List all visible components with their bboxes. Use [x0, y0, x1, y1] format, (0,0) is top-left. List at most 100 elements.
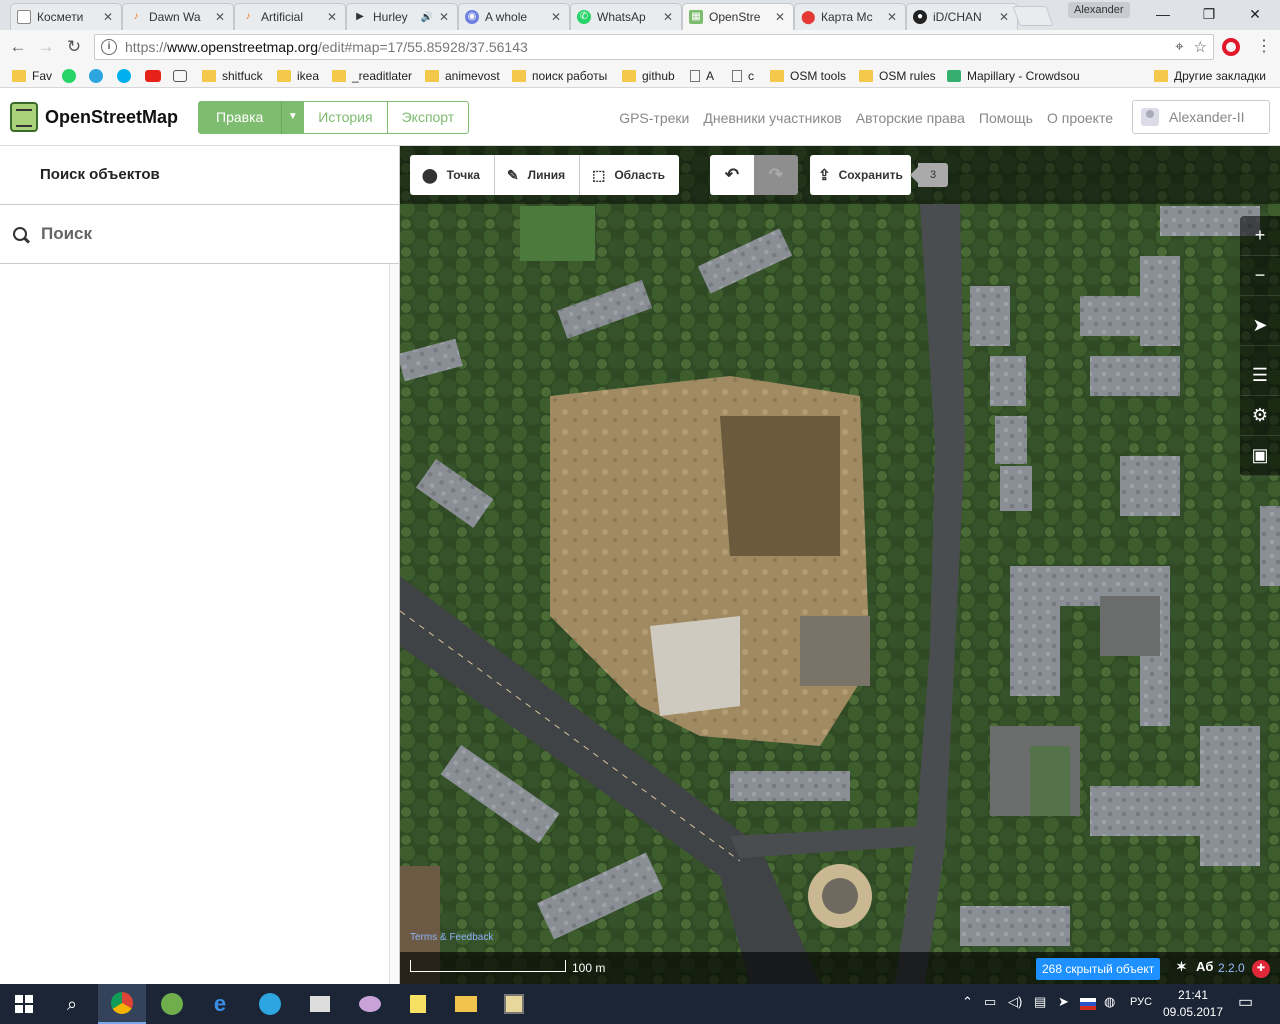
- bookmark-fav[interactable]: Fav: [12, 67, 52, 85]
- search-icon[interactable]: ⌕: [48, 984, 96, 1024]
- new-tab-button[interactable]: [1012, 6, 1054, 26]
- clock[interactable]: 21:41 09.05.2017: [1160, 987, 1226, 1021]
- windows-start-icon[interactable]: [0, 984, 48, 1024]
- browser-tab[interactable]: ♪ Artificial ✕: [234, 3, 346, 30]
- user-menu[interactable]: Alexander-II: [1132, 100, 1270, 134]
- bookmark-folder[interactable]: OSM tools: [770, 67, 846, 85]
- browser-tab-active[interactable]: ▦ OpenStre ✕: [682, 3, 794, 30]
- bookmark-skype[interactable]: [117, 67, 137, 85]
- bookmark-folder[interactable]: OSM rules: [859, 67, 936, 85]
- issues-icon[interactable]: ▣: [1240, 436, 1280, 476]
- add-line-button[interactable]: ✎ Линия: [495, 155, 581, 195]
- search-input[interactable]: [41, 224, 381, 244]
- speaker-icon[interactable]: 🔊: [421, 12, 433, 23]
- browser-tab[interactable]: ⬤ Карта Мс ✕: [794, 3, 906, 30]
- map-canvas[interactable]: ⬤ Точка ✎ Линия ⬚ Область ↶ ↷ ⇪ Сохранить 3…: [400, 146, 1280, 984]
- location-icon[interactable]: ⌖: [1175, 38, 1183, 56]
- hidden-features-badge[interactable]: 268 скрытый объект: [1036, 958, 1161, 980]
- address-bar[interactable]: i https://www.openstreetmap.org/edit#map…: [94, 34, 1214, 60]
- chrome-icon[interactable]: [98, 984, 146, 1024]
- export-button[interactable]: Экспорт: [387, 101, 470, 134]
- back-icon[interactable]: ←: [8, 37, 28, 57]
- bookmark-folder[interactable]: ikea: [277, 67, 319, 85]
- redo-button[interactable]: ↷: [754, 155, 798, 195]
- bookmark-telegram[interactable]: [89, 67, 109, 85]
- bookmark-youtube[interactable]: [145, 67, 167, 85]
- paint-icon[interactable]: [346, 984, 394, 1024]
- close-tab-icon[interactable]: ✕: [325, 10, 339, 24]
- zoom-out-icon[interactable]: −: [1240, 256, 1280, 296]
- version-label[interactable]: 2.2.0: [1218, 961, 1245, 975]
- browser-tab[interactable]: ♪ Dawn Wa ✕: [122, 3, 234, 30]
- bookmark-folder[interactable]: _readitlater: [332, 67, 412, 85]
- close-tab-icon[interactable]: ✕: [213, 10, 227, 24]
- add-area-button[interactable]: ⬚ Область: [580, 155, 679, 195]
- bookmark-folder[interactable]: github: [622, 67, 675, 85]
- close-tab-icon[interactable]: ✕: [773, 10, 787, 24]
- chevron-up-icon[interactable]: ⌃: [962, 994, 973, 1010]
- save-button[interactable]: ⇪ Сохранить: [810, 155, 911, 195]
- opera-extension-icon[interactable]: [1222, 38, 1240, 56]
- osm-logo[interactable]: OpenStreetMap: [10, 102, 178, 132]
- minimize-icon[interactable]: —: [1140, 4, 1186, 24]
- bookmark-folder[interactable]: поиск работы: [512, 67, 607, 85]
- network-icon[interactable]: ▤: [1034, 994, 1046, 1010]
- close-tab-icon[interactable]: ✕: [549, 10, 563, 24]
- chevron-down-icon[interactable]: ▼: [281, 101, 304, 134]
- close-tab-icon[interactable]: ✕: [885, 10, 899, 24]
- telegram-icon[interactable]: [246, 984, 294, 1024]
- close-window-icon[interactable]: ✕: [1232, 4, 1278, 24]
- close-tab-icon[interactable]: ✕: [997, 10, 1011, 24]
- browser-tab[interactable]: ✆ WhatsAp ✕: [570, 3, 682, 30]
- nav-gps-traces[interactable]: GPS-треки: [619, 110, 689, 126]
- globe-app-icon[interactable]: [148, 984, 196, 1024]
- language-indicator[interactable]: РУС: [1130, 996, 1152, 1008]
- file-explorer-icon[interactable]: [442, 984, 490, 1024]
- edit-button[interactable]: Правка: [198, 101, 282, 134]
- volume-icon[interactable]: ◁): [1008, 994, 1022, 1010]
- add-point-button[interactable]: ⬤ Точка: [410, 155, 495, 195]
- video-editor-icon[interactable]: [296, 984, 344, 1024]
- info-icon[interactable]: i: [101, 39, 117, 55]
- menu-icon[interactable]: ⋮: [1256, 36, 1272, 56]
- translate-icon[interactable]: Aб: [1196, 959, 1213, 974]
- zoom-in-icon[interactable]: +: [1240, 216, 1280, 256]
- map-data-icon[interactable]: ⚙: [1240, 396, 1280, 436]
- bug-icon[interactable]: ✶: [1176, 959, 1187, 975]
- browser-tab[interactable]: ● iD/CHAN ✕: [906, 3, 1018, 30]
- bookmark-star-icon[interactable]: ☆: [1194, 38, 1207, 56]
- bookmark-page[interactable]: c: [732, 67, 754, 85]
- close-tab-icon[interactable]: ✕: [101, 10, 115, 24]
- josm-icon[interactable]: [490, 984, 538, 1024]
- reload-icon[interactable]: ↻: [64, 37, 84, 57]
- undo-button[interactable]: ↶: [710, 155, 754, 195]
- cloud-icon[interactable]: ◍: [1104, 994, 1115, 1010]
- sidebar-scrollbar[interactable]: [389, 264, 399, 984]
- nav-about[interactable]: О проекте: [1047, 110, 1113, 126]
- bookmark-page[interactable]: A: [690, 67, 714, 85]
- close-tab-icon[interactable]: ✕: [437, 10, 451, 24]
- bookmark-folder[interactable]: animevost: [425, 67, 500, 85]
- notifications-icon[interactable]: ▭: [1238, 992, 1253, 1012]
- browser-tab[interactable]: ◉ A whole ✕: [458, 3, 570, 30]
- edge-icon[interactable]: e: [196, 984, 244, 1024]
- nav-help[interactable]: Помощь: [979, 110, 1033, 126]
- browser-tab[interactable]: ▶ Hurley 🔊 ✕: [346, 3, 458, 30]
- profile-name[interactable]: Alexander: [1068, 2, 1130, 18]
- bookmark-robot[interactable]: [173, 67, 193, 85]
- bookmark-whatsapp[interactable]: [62, 67, 82, 85]
- geolocate-icon[interactable]: ➤: [1240, 306, 1280, 346]
- telegram-tray-icon[interactable]: ➤: [1058, 994, 1069, 1010]
- terms-feedback-link[interactable]: Terms & Feedback: [410, 932, 493, 943]
- battery-icon[interactable]: ▭: [984, 994, 996, 1010]
- gift-icon[interactable]: ✚: [1252, 960, 1270, 978]
- layers-icon[interactable]: ☰: [1240, 356, 1280, 396]
- russia-flag-icon[interactable]: [1080, 998, 1096, 1010]
- bookmark-folder[interactable]: shitfuck: [202, 67, 263, 85]
- close-tab-icon[interactable]: ✕: [661, 10, 675, 24]
- browser-tab[interactable]: Космети ✕: [10, 3, 122, 30]
- bookmark-other[interactable]: Другие закладки: [1154, 67, 1266, 85]
- sticky-notes-icon[interactable]: [394, 984, 442, 1024]
- history-button[interactable]: История: [303, 101, 388, 134]
- bookmark-mapillary[interactable]: Mapillary - Crowdsou: [947, 67, 1083, 85]
